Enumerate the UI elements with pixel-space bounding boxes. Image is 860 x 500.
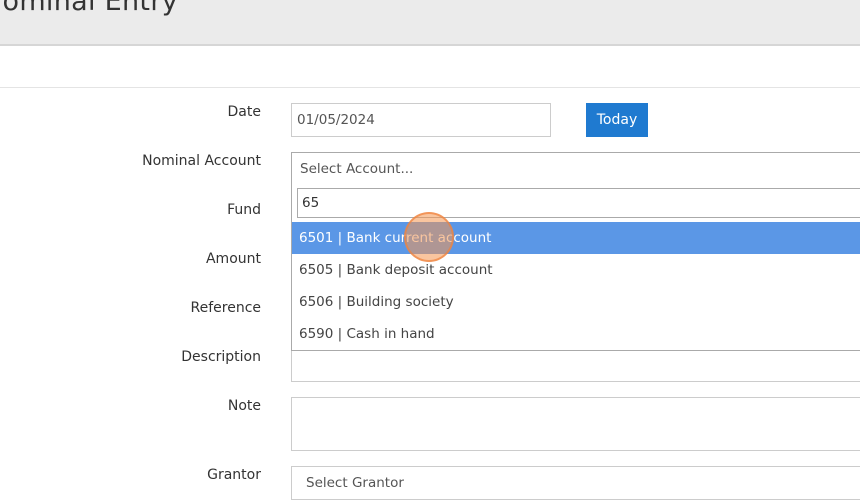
date-label: Date bbox=[227, 104, 261, 120]
amount-label: Amount bbox=[205, 251, 261, 267]
nominal-account-label: Nominal Account bbox=[142, 153, 261, 169]
description-input[interactable] bbox=[291, 349, 860, 382]
reference-label: Reference bbox=[190, 300, 262, 316]
account-dropdown: 6501 | Bank current account 6505 | Bank … bbox=[291, 186, 860, 351]
account-option-6590[interactable]: 6590 | Cash in hand bbox=[292, 318, 860, 350]
page-header: Nominal Entry bbox=[0, 0, 860, 46]
account-option-6501[interactable]: 6501 | Bank current account bbox=[292, 222, 860, 254]
divider bbox=[0, 87, 860, 88]
nominal-account-select[interactable]: Select Account... bbox=[291, 152, 860, 187]
note-textarea[interactable] bbox=[291, 397, 860, 451]
note-label: Note bbox=[227, 398, 261, 414]
today-button[interactable]: Today bbox=[586, 103, 648, 137]
fund-label: Fund bbox=[227, 202, 261, 218]
account-option-6505[interactable]: 6505 | Bank deposit account bbox=[292, 254, 860, 286]
date-input[interactable] bbox=[291, 103, 551, 137]
page-title: Nominal Entry bbox=[0, 0, 178, 17]
grantor-select[interactable]: Select Grantor bbox=[291, 466, 860, 500]
account-option-6506[interactable]: 6506 | Building society bbox=[292, 286, 860, 318]
description-label: Description bbox=[181, 349, 261, 365]
account-search-input[interactable] bbox=[297, 188, 860, 218]
